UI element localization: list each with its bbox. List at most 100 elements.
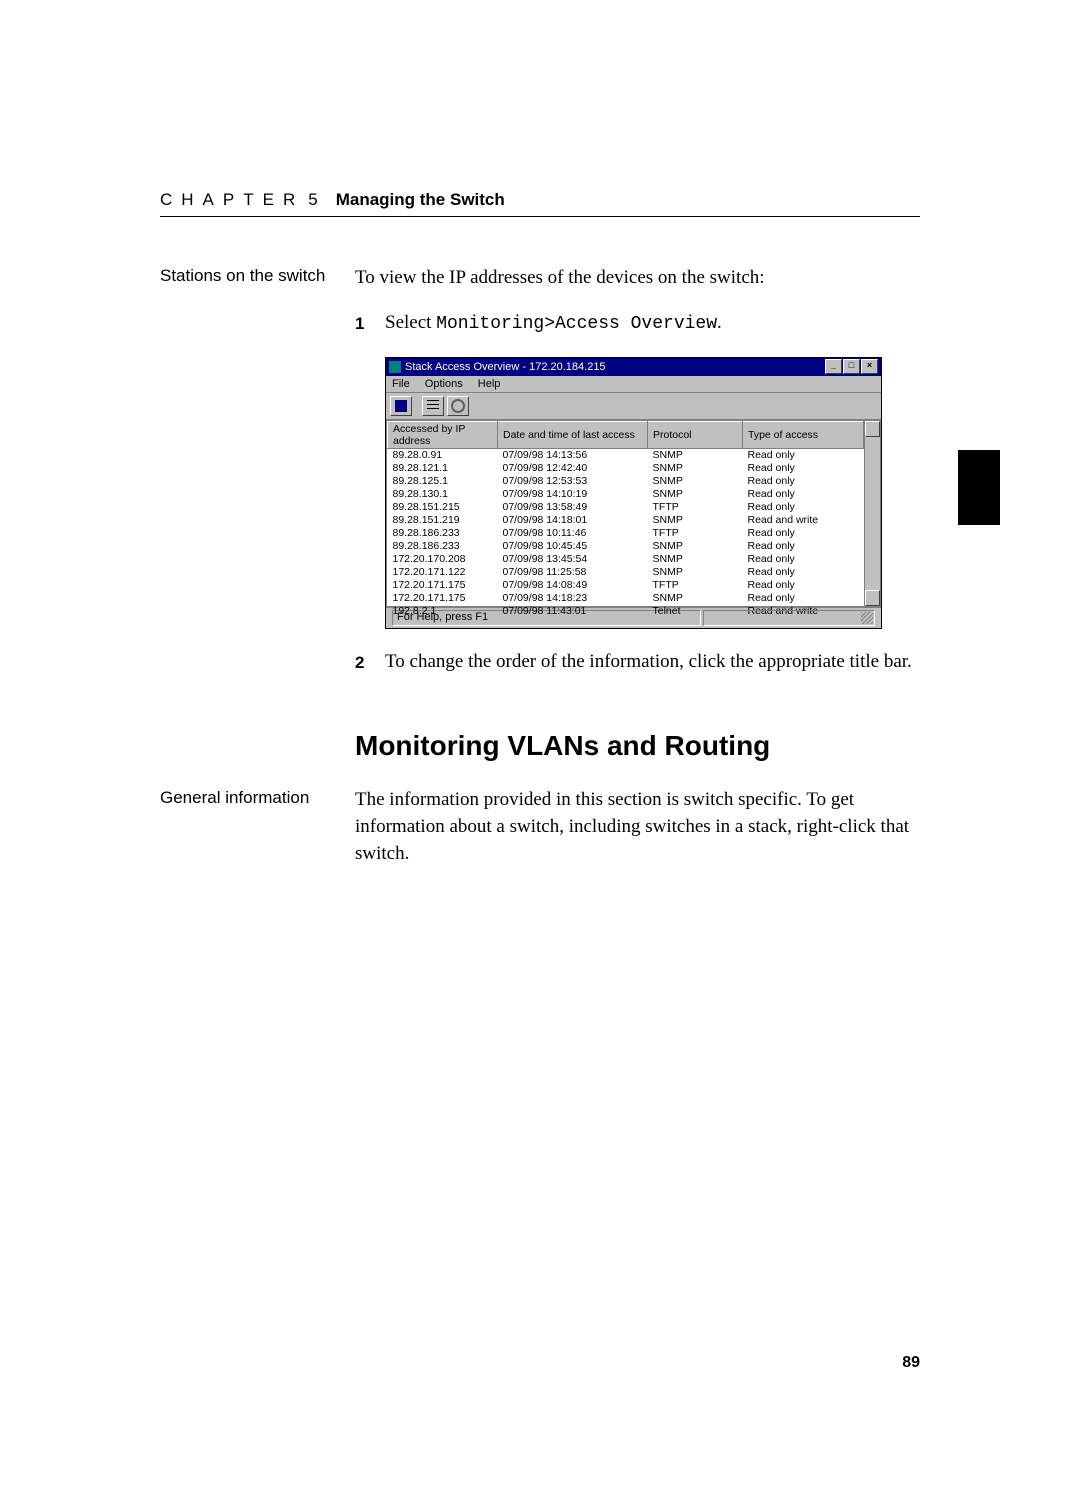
cell-pr: SNMP (648, 540, 743, 553)
col-header-type[interactable]: Type of access (743, 421, 864, 448)
table-row[interactable]: 89.28.151.21907/09/98 14:18:01SNMPRead a… (388, 514, 864, 527)
cell-dt: 07/09/98 12:53:53 (498, 475, 648, 488)
cell-pr: TFTP (648, 527, 743, 540)
body-step2: 2 To change the order of the information… (355, 649, 920, 676)
table-row[interactable]: 172.20.171.17507/09/98 14:08:49TFTPRead … (388, 579, 864, 592)
row-general: General information The information prov… (160, 787, 920, 867)
cell-dt: 07/09/98 14:18:23 (498, 592, 648, 605)
cell-ty: Read only (743, 448, 864, 462)
table-row[interactable]: 172.20.171.17507/09/98 14:18:23SNMPRead … (388, 592, 864, 605)
cell-dt: 07/09/98 11:43:01 (498, 605, 648, 618)
cell-pr: SNMP (648, 592, 743, 605)
access-table: Accessed by IP address Date and time of … (387, 421, 864, 618)
chapter-number: 5 (308, 190, 317, 210)
menu-file[interactable]: File (392, 378, 410, 390)
margin-note-stations: Stations on the switch (160, 265, 355, 288)
window-buttons: _ □ × (825, 359, 878, 374)
zoom-icon[interactable] (447, 396, 469, 416)
window-toolbar (386, 393, 881, 420)
section-heading: Monitoring VLANs and Routing (355, 730, 920, 762)
vertical-scrollbar[interactable] (864, 421, 880, 606)
intro-text: To view the IP addresses of the devices … (355, 267, 765, 288)
cell-dt: 07/09/98 14:13:56 (498, 448, 648, 462)
cell-ty: Read only (743, 540, 864, 553)
cell-pr: SNMP (648, 553, 743, 566)
step-1-num: 1 (355, 310, 385, 337)
cell-dt: 07/09/98 13:58:49 (498, 501, 648, 514)
table-row[interactable]: 89.28.186.23307/09/98 10:45:45SNMPRead o… (388, 540, 864, 553)
page-number: 89 (902, 1354, 920, 1372)
body-general: The information provided in this section… (355, 787, 920, 867)
col-header-protocol[interactable]: Protocol (648, 421, 743, 448)
grid-icon[interactable] (422, 396, 444, 416)
menu-help[interactable]: Help (478, 378, 501, 390)
cell-ty: Read only (743, 566, 864, 579)
step-2-text: To change the order of the information, … (385, 649, 920, 676)
cell-ip: 192.8.2.1 (388, 605, 498, 618)
resize-grip-icon[interactable] (861, 612, 873, 624)
menu-options[interactable]: Options (425, 378, 463, 390)
cell-ty: Read only (743, 488, 864, 501)
cell-pr: TFTP (648, 501, 743, 514)
cell-ip: 89.28.151.219 (388, 514, 498, 527)
cell-pr: SNMP (648, 488, 743, 501)
cell-ip: 89.28.0.91 (388, 448, 498, 462)
maximize-button[interactable]: □ (843, 359, 860, 374)
cell-ip: 172.20.171.175 (388, 579, 498, 592)
step-2-num: 2 (355, 649, 385, 676)
cell-dt: 07/09/98 10:11:46 (498, 527, 648, 540)
status-right (703, 610, 875, 626)
cell-ty: Read only (743, 462, 864, 475)
cell-pr: SNMP (648, 475, 743, 488)
table-row[interactable]: 89.28.151.21507/09/98 13:58:49TFTPRead o… (388, 501, 864, 514)
minimize-button[interactable]: _ (825, 359, 842, 374)
cell-dt: 07/09/98 14:18:01 (498, 514, 648, 527)
cell-ty: Read only (743, 475, 864, 488)
step-1-mono: Monitoring>Access Overview (436, 314, 717, 334)
cell-pr: SNMP (648, 566, 743, 579)
window-titlebar[interactable]: Stack Access Overview - 172.20.184.215 _… (386, 358, 881, 376)
step-1-prefix: Select (385, 312, 436, 333)
cell-ip: 172.20.170.208 (388, 553, 498, 566)
cell-ty: Read only (743, 592, 864, 605)
cell-ip: 172.20.171.175 (388, 592, 498, 605)
cell-dt: 07/09/98 14:10:19 (498, 488, 648, 501)
step-1-suffix: . (717, 312, 722, 333)
page: CHAPTER 5 Managing the Switch Stations o… (0, 0, 1080, 867)
margin-note-general: General information (160, 787, 355, 810)
cell-ty: Read only (743, 579, 864, 592)
row-step2: 2 To change the order of the information… (160, 649, 920, 676)
col-header-date[interactable]: Date and time of last access (498, 421, 648, 448)
window-stack-access: Stack Access Overview - 172.20.184.215 _… (385, 357, 882, 629)
cell-ip: 89.28.186.233 (388, 527, 498, 540)
table-row[interactable]: 89.28.125.107/09/98 12:53:53SNMPRead onl… (388, 475, 864, 488)
step-1-text: Select Monitoring>Access Overview. (385, 310, 920, 337)
step-2: 2 To change the order of the information… (355, 649, 920, 676)
cell-ip: 89.28.151.215 (388, 501, 498, 514)
cell-dt: 07/09/98 11:25:58 (498, 566, 648, 579)
cell-ip: 172.20.171.122 (388, 566, 498, 579)
embedded-screenshot: Stack Access Overview - 172.20.184.215 _… (385, 357, 920, 629)
table-row[interactable]: 172.20.171.12207/09/98 11:25:58SNMPRead … (388, 566, 864, 579)
close-button[interactable]: × (861, 359, 878, 374)
table-row[interactable]: 89.28.0.9107/09/98 14:13:56SNMPRead only (388, 448, 864, 462)
save-icon[interactable] (390, 396, 412, 416)
table-row[interactable]: 89.28.130.107/09/98 14:10:19SNMPRead onl… (388, 488, 864, 501)
cell-ty: Read and write (743, 514, 864, 527)
body-intro: To view the IP addresses of the devices … (355, 265, 920, 337)
cell-ty: Read only (743, 501, 864, 514)
cell-dt: 07/09/98 10:45:45 (498, 540, 648, 553)
cell-ip: 89.28.125.1 (388, 475, 498, 488)
thumb-tab (958, 450, 1000, 525)
table-row[interactable]: 89.28.186.23307/09/98 10:11:46TFTPRead o… (388, 527, 864, 540)
table-row[interactable]: 172.20.170.20807/09/98 13:45:54SNMPRead … (388, 553, 864, 566)
cell-pr: TFTP (648, 579, 743, 592)
table-body: 89.28.0.9107/09/98 14:13:56SNMPRead only… (388, 448, 864, 618)
cell-dt: 07/09/98 14:08:49 (498, 579, 648, 592)
cell-ty: Read only (743, 527, 864, 540)
col-header-ip[interactable]: Accessed by IP address (388, 421, 498, 448)
table-row[interactable]: 89.28.121.107/09/98 12:42:40SNMPRead onl… (388, 462, 864, 475)
table-area: Accessed by IP address Date and time of … (386, 420, 881, 607)
step-1: 1 Select Monitoring>Access Overview. (355, 310, 920, 337)
cell-ty: Read only (743, 553, 864, 566)
